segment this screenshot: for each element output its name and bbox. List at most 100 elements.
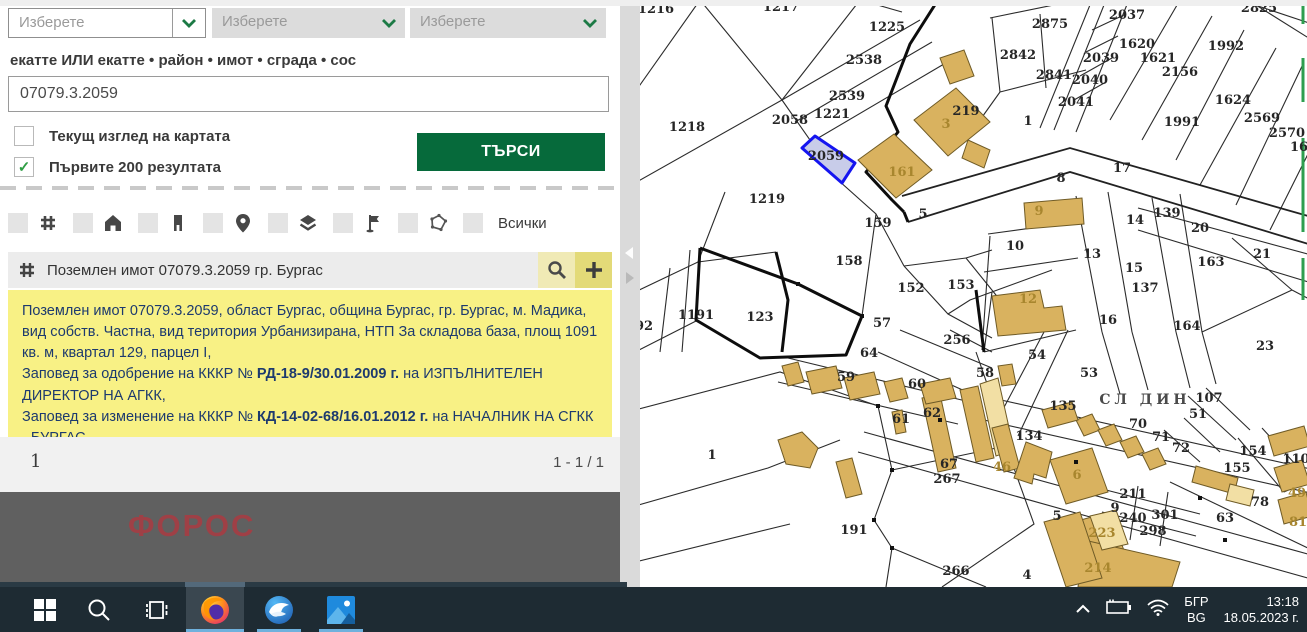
flag-icon: [362, 212, 384, 234]
parcel-number-label: 9: [1110, 501, 1119, 516]
photos-taskbar-button[interactable]: [312, 587, 370, 632]
street-name-label: СЛ ДИН: [1099, 392, 1190, 408]
result-text: Поземлен имот 07079.3.2059 гр. Бургас: [47, 262, 538, 279]
filter-checkbox-grid[interactable]: [8, 213, 28, 233]
page-number[interactable]: 1: [30, 451, 41, 472]
parcel-number-label: 49: [1288, 486, 1306, 501]
parcel-number-label: 3: [941, 117, 950, 132]
parcel-number-label: 1225: [869, 20, 905, 35]
cadastral-map-svg[interactable]: 1216121712252538253912212058121820593161…: [640, 0, 1307, 587]
dashed-separator: [0, 186, 620, 190]
parcel-number-label: 6: [1072, 468, 1081, 483]
language-indicator[interactable]: БГР BG: [1184, 594, 1208, 626]
parcel-number-label: 2570: [1269, 126, 1305, 141]
add-result-button[interactable]: [575, 252, 612, 288]
building-footprint: [998, 364, 1016, 386]
parcel-number-label: 2875: [1032, 17, 1068, 32]
parcel-number-label: 191: [840, 523, 867, 538]
parcel-info-box: Поземлен имот 07079.3.2059, област Бурга…: [8, 290, 612, 460]
filter-all-label: Всички: [498, 215, 547, 232]
parcel-boundary: [682, 250, 690, 352]
zoom-to-result-button[interactable]: [538, 252, 575, 288]
parcel-number-label: 58: [976, 366, 994, 381]
parcel-number-label: 14: [1126, 213, 1144, 228]
building-footprint: [1014, 442, 1052, 484]
building-footprint: [1142, 448, 1166, 470]
filter-checkbox-building[interactable]: [138, 213, 158, 233]
parcel-number-label: 1191: [678, 308, 714, 323]
parcel-number-label: 154: [1239, 444, 1266, 459]
parcel-number-label: 139: [1153, 206, 1180, 221]
filter-checkbox-pin[interactable]: [203, 213, 223, 233]
parcel-number-label: 211: [1119, 487, 1146, 502]
current-view-label: Текущ изглед на картата: [49, 128, 230, 145]
parcel-number-label: 219: [952, 104, 979, 119]
filter-checkbox-flag[interactable]: [333, 213, 353, 233]
dropdown-district[interactable]: Изберете: [212, 8, 405, 38]
building-footprint: [962, 140, 990, 168]
parcel-boundary: [640, 192, 725, 292]
panel-footer: ФОРОС: [0, 492, 624, 582]
ekatte-search-input[interactable]: [8, 76, 609, 112]
search-button[interactable]: ТЪРСИ: [417, 133, 605, 171]
parcel-number-label: 1: [707, 448, 716, 463]
parcel-boundary: [1102, 332, 1120, 394]
current-view-checkbox[interactable]: [14, 126, 34, 146]
panel-collapse-strip[interactable]: [620, 0, 640, 587]
parcel-number-label: 92: [640, 319, 653, 334]
building-footprint: [1098, 424, 1122, 446]
search-result-row[interactable]: Поземлен имот 07079.3.2059 гр. Бургас: [8, 252, 612, 288]
language-bottom: BG: [1184, 610, 1208, 626]
parcel-number-label: 110: [1282, 452, 1307, 467]
parcel-number-label: 62: [923, 406, 941, 421]
filter-checkbox-polygon[interactable]: [398, 213, 418, 233]
parcel-number-label: 2842: [1000, 48, 1036, 63]
building-footprint: [1226, 484, 1254, 506]
date: 18.05.2023 г.: [1224, 610, 1299, 626]
parcel-number-label: 16: [1290, 140, 1307, 155]
thunderbird-taskbar-button[interactable]: [250, 587, 308, 632]
parcel-number-label: 70: [1129, 417, 1147, 432]
filter-checkbox-all[interactable]: [463, 213, 483, 233]
parcel-number-label: 152: [897, 281, 924, 296]
firefox-taskbar-button[interactable]: [186, 587, 244, 632]
dropdown-zone[interactable]: Изберете: [410, 8, 606, 38]
parcel-boundary: [808, 64, 944, 144]
building-footprint: [836, 458, 862, 498]
filter-checkbox-layers[interactable]: [268, 213, 288, 233]
parcel-number-label: 2538: [846, 53, 882, 68]
parcel-number-label: 158: [835, 254, 862, 269]
dropdown-settlement[interactable]: Изберете: [8, 8, 206, 38]
wifi-icon[interactable]: [1147, 599, 1169, 621]
task-view-button[interactable]: [134, 587, 180, 632]
parcel-number-label: 60: [908, 377, 926, 392]
parcel-boundary: [782, 0, 860, 100]
dropdown-district-value: Изберете: [212, 8, 373, 38]
clock[interactable]: 13:18 18.05.2023 г.: [1224, 594, 1299, 626]
parcel-number-label: 12: [1019, 292, 1037, 307]
battery-icon[interactable]: [1106, 599, 1132, 620]
layers-icon: [297, 212, 319, 234]
result-range: 1 - 1 / 1: [553, 454, 604, 471]
parcel-number-label: 155: [1223, 461, 1250, 476]
parcel-number-label: 1218: [669, 120, 705, 135]
hidden-icons-chevron[interactable]: [1075, 601, 1091, 619]
start-button[interactable]: [22, 587, 68, 632]
parcel-number-label: 266: [942, 564, 969, 579]
parcel-number-label: 2041: [1058, 95, 1094, 110]
parcel-number-label: 15: [1125, 261, 1143, 276]
survey-point: [876, 404, 880, 408]
cadastral-map[interactable]: 1216121712252538253912212058121820593161…: [640, 0, 1307, 587]
parcel-number-label: 1621: [1140, 51, 1176, 66]
filter-checkbox-home[interactable]: [73, 213, 93, 233]
parcel-number-label: 1992: [1208, 39, 1244, 54]
parcel-number-label: 267: [933, 472, 960, 487]
building-footprint: [940, 50, 974, 84]
parcel-number-label: 161: [888, 165, 915, 180]
parcel-number-label: 134: [1015, 429, 1042, 444]
collapse-left-icon[interactable]: [625, 247, 633, 259]
taskbar-search-button[interactable]: [76, 587, 122, 632]
parcel-number-label: 4: [1022, 568, 1031, 583]
expand-right-icon[interactable]: [626, 272, 634, 284]
first-200-checkbox[interactable]: ✓: [14, 157, 34, 177]
